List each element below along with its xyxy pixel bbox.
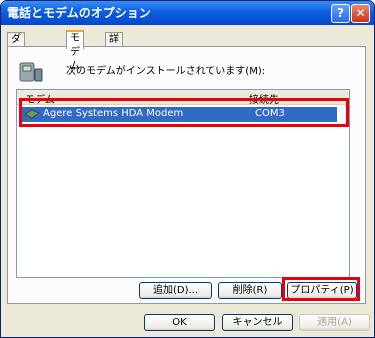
- close-button[interactable]: ✕: [351, 4, 370, 23]
- tab-advanced[interactable]: 詳細設定: [105, 32, 123, 87]
- modems-panel: 次のモデムがインストールされています(M): モデム 接続先 Agere Sys…: [7, 46, 366, 304]
- ok-button[interactable]: OK: [144, 314, 215, 331]
- apply-button[interactable]: 適用(A): [299, 314, 370, 331]
- options-dialog: 電話とモデムのオプション ? ✕ ダイヤル情報 モデム 詳細設定 次のモデムがイ…: [0, 0, 375, 338]
- highlight-box-modem: [19, 98, 349, 127]
- phone-modem-icon: [19, 62, 43, 82]
- title-bar[interactable]: 電話とモデムのオプション ? ✕: [1, 1, 374, 25]
- tab-modems[interactable]: モデム: [66, 30, 84, 72]
- installed-modems-label: 次のモデムがインストールされています(M):: [66, 66, 266, 77]
- cancel-button[interactable]: キャンセル: [222, 314, 293, 331]
- add-button[interactable]: 追加(D)...: [139, 282, 212, 299]
- highlight-box-properties: [282, 277, 360, 301]
- tab-dialing-rules[interactable]: ダイヤル情報: [7, 32, 25, 115]
- remove-button[interactable]: 削除(R): [218, 282, 282, 299]
- window-title: 電話とモデムのオプション: [7, 6, 151, 20]
- help-button[interactable]: ?: [331, 4, 350, 23]
